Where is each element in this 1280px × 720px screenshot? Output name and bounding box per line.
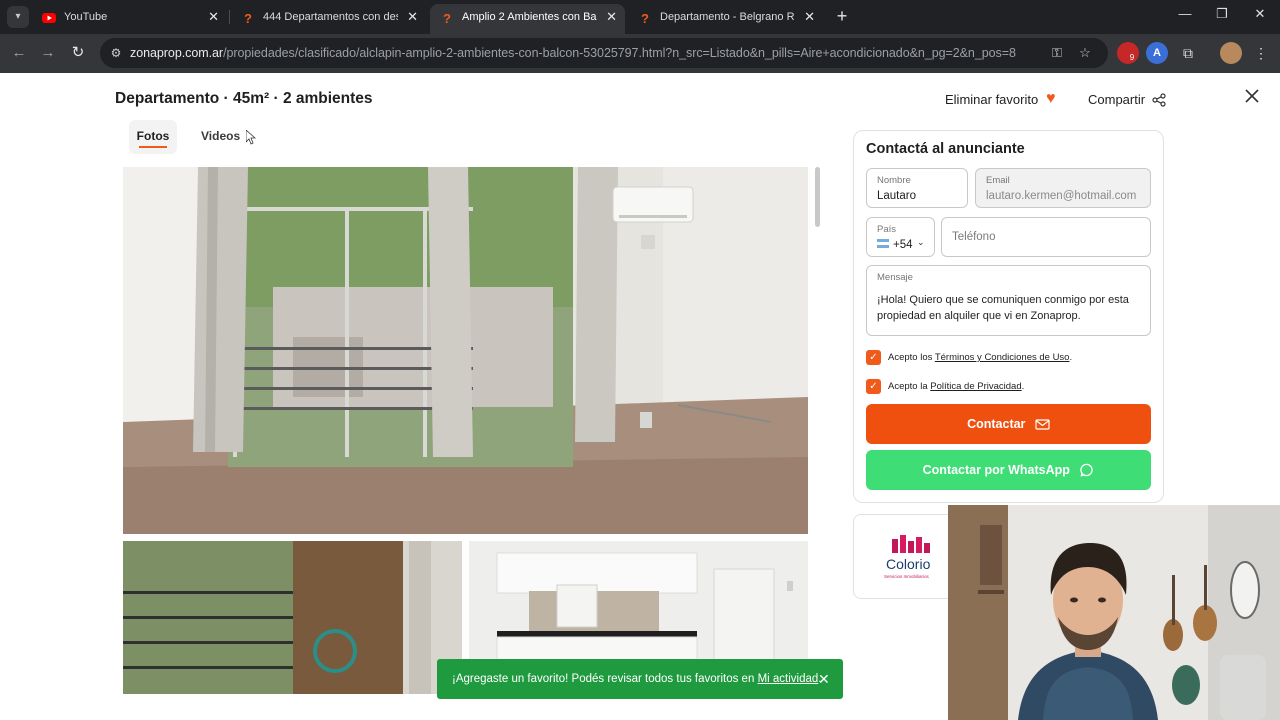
tab-title: 444 Departamentos con desde [263, 11, 398, 23]
whatsapp-button[interactable]: Contactar por WhatsApp [866, 450, 1151, 490]
phone-field[interactable]: Teléfono [941, 217, 1151, 257]
toast-activity-link[interactable]: Mi actividad [758, 673, 819, 685]
back-arrow-icon[interactable]: ← [8, 42, 30, 64]
terms-label: Acepto los Términos y Condiciones de Uso… [888, 352, 1073, 363]
extension-badge-icon[interactable]: 9 [1117, 42, 1139, 64]
minimize-window-icon[interactable]: — [1175, 6, 1195, 21]
tab-belgrano[interactable]: ? Departamento - Belgrano R, Ca ✕ [628, 4, 823, 34]
heart-icon[interactable]: ♥ [1046, 90, 1056, 108]
name-field[interactable]: Nombre Lautaro [866, 168, 968, 208]
toast-close-icon[interactable]: ✕ [818, 659, 830, 699]
password-key-icon[interactable]: ⚿ [1049, 45, 1065, 61]
address-bar[interactable]: ⚙ zonaprop.com.ar/propiedades/clasificad… [100, 38, 1108, 68]
listing-title: Departamento · 45m² · 2 ambientes [115, 90, 373, 107]
tab-search-button[interactable]: ▾ [7, 6, 29, 28]
tab-title: Departamento - Belgrano R, Ca [660, 11, 795, 23]
close-tab-icon[interactable]: ✕ [606, 4, 617, 30]
email-label: Email [986, 175, 1010, 186]
webcam-overlay [948, 505, 1280, 720]
tab-departamentos[interactable]: ? 444 Departamentos con desde ✕ [231, 4, 426, 34]
agency-tagline: Servicios Inmobiliarios [884, 574, 930, 579]
remove-favorite-button[interactable]: Eliminar favorito [945, 92, 1038, 107]
whatsapp-button-label: Contactar por WhatsApp [922, 463, 1070, 477]
share-icon[interactable] [1152, 93, 1166, 107]
browser-toolbar: ← → ↻ ⚙ zonaprop.com.ar/propiedades/clas… [0, 34, 1280, 73]
close-tab-icon[interactable]: ✕ [407, 4, 418, 30]
tab-photos[interactable]: Fotos [129, 120, 177, 154]
reload-icon[interactable]: ↻ [67, 42, 89, 64]
tab-divider [229, 10, 230, 24]
name-value[interactable]: Lautaro [877, 190, 916, 202]
message-value[interactable]: ¡Hola! Quiero que se comuniquen conmigo … [877, 292, 1147, 324]
share-button[interactable]: Compartir [1088, 92, 1145, 107]
tab-title: Amplio 2 Ambientes con Balcón [462, 11, 597, 23]
living-room-photo [123, 167, 808, 534]
privacy-link[interactable]: Política de Privacidad [930, 381, 1021, 392]
contact-button[interactable]: Contactar [866, 404, 1151, 444]
restore-window-icon[interactable]: ❐ [1212, 6, 1232, 22]
svg-text:?: ? [443, 11, 451, 25]
site-info-icon[interactable]: ⚙ [108, 45, 124, 61]
svg-text:?: ? [244, 11, 252, 25]
close-icon[interactable] [1243, 87, 1261, 105]
tab-title: YouTube [64, 11, 108, 23]
agency-name: Colorio [886, 556, 931, 572]
tab-amplio-2-ambientes[interactable]: ? Amplio 2 Ambientes con Balcón ✕ [430, 4, 625, 34]
argentina-flag-icon [877, 239, 889, 248]
whatsapp-icon [1080, 463, 1094, 477]
browser-tab-bar: ▾ YouTube ✕ ? 444 Departamentos con desd… [0, 0, 1280, 34]
zonaprop-icon: ? [244, 11, 252, 25]
new-tab-button[interactable]: + [831, 5, 853, 27]
bookmark-star-icon[interactable]: ☆ [1077, 45, 1093, 61]
country-code-select[interactable]: País +54 ⌄ [866, 217, 935, 257]
extensions-puzzle-icon[interactable]: ⧉ [1177, 42, 1199, 64]
svg-text:?: ? [641, 11, 649, 25]
phone-placeholder: Teléfono [952, 231, 996, 243]
close-tab-icon[interactable]: ✕ [804, 4, 815, 30]
mail-icon [1035, 419, 1050, 430]
tab-videos[interactable]: Videos [201, 129, 240, 143]
email-value[interactable]: lautaro.kermen@hotmail.com [986, 190, 1136, 202]
browser-menu-icon[interactable]: ⋮ [1250, 42, 1272, 64]
mouse-cursor-icon [246, 130, 256, 145]
zonaprop-icon: ? [443, 11, 451, 25]
youtube-icon [42, 13, 56, 23]
name-label: Nombre [877, 175, 911, 186]
url-text[interactable]: zonaprop.com.ar/propiedades/clasificado/… [130, 46, 1016, 60]
country-code-value: +54 [893, 239, 913, 251]
tab-photos-label: Fotos [136, 129, 170, 143]
zonaprop-icon: ? [641, 11, 649, 25]
active-tab-underline [139, 146, 167, 148]
country-label: País [877, 224, 897, 235]
message-field[interactable]: Mensaje ¡Hola! Quiero que se comuniquen … [866, 265, 1151, 336]
profile-avatar[interactable] [1220, 42, 1242, 64]
contact-card-title: Contactá al anunciante [866, 141, 1025, 157]
terms-link[interactable]: Términos y Condiciones de Uso [935, 352, 1070, 363]
webcam-video [948, 505, 1280, 720]
close-window-icon[interactable]: ✕ [1250, 6, 1270, 22]
balcony-photo-image [123, 541, 462, 694]
message-label: Mensaje [877, 272, 913, 283]
toast-text: ¡Agregaste un favorito! Podés revisar to… [452, 673, 758, 685]
balcony-photo[interactable] [123, 541, 462, 694]
translate-extension-icon[interactable]: A [1146, 42, 1168, 64]
privacy-checkbox[interactable]: ✓ [866, 379, 881, 394]
email-field[interactable]: Email lautaro.kermen@hotmail.com [975, 168, 1151, 208]
chevron-down-icon: ⌄ [917, 237, 925, 247]
tab-youtube[interactable]: YouTube ✕ [32, 4, 227, 34]
favorite-toast: ¡Agregaste un favorito! Podés revisar to… [437, 659, 843, 699]
gallery-scrollbar[interactable] [815, 167, 820, 227]
main-photo[interactable] [123, 167, 808, 534]
forward-arrow-icon[interactable]: → [37, 42, 59, 64]
terms-checkbox[interactable]: ✓ [866, 350, 881, 365]
close-tab-icon[interactable]: ✕ [208, 4, 219, 30]
contact-button-label: Contactar [967, 417, 1026, 431]
privacy-label: Acepto la Política de Privacidad. [888, 381, 1025, 392]
